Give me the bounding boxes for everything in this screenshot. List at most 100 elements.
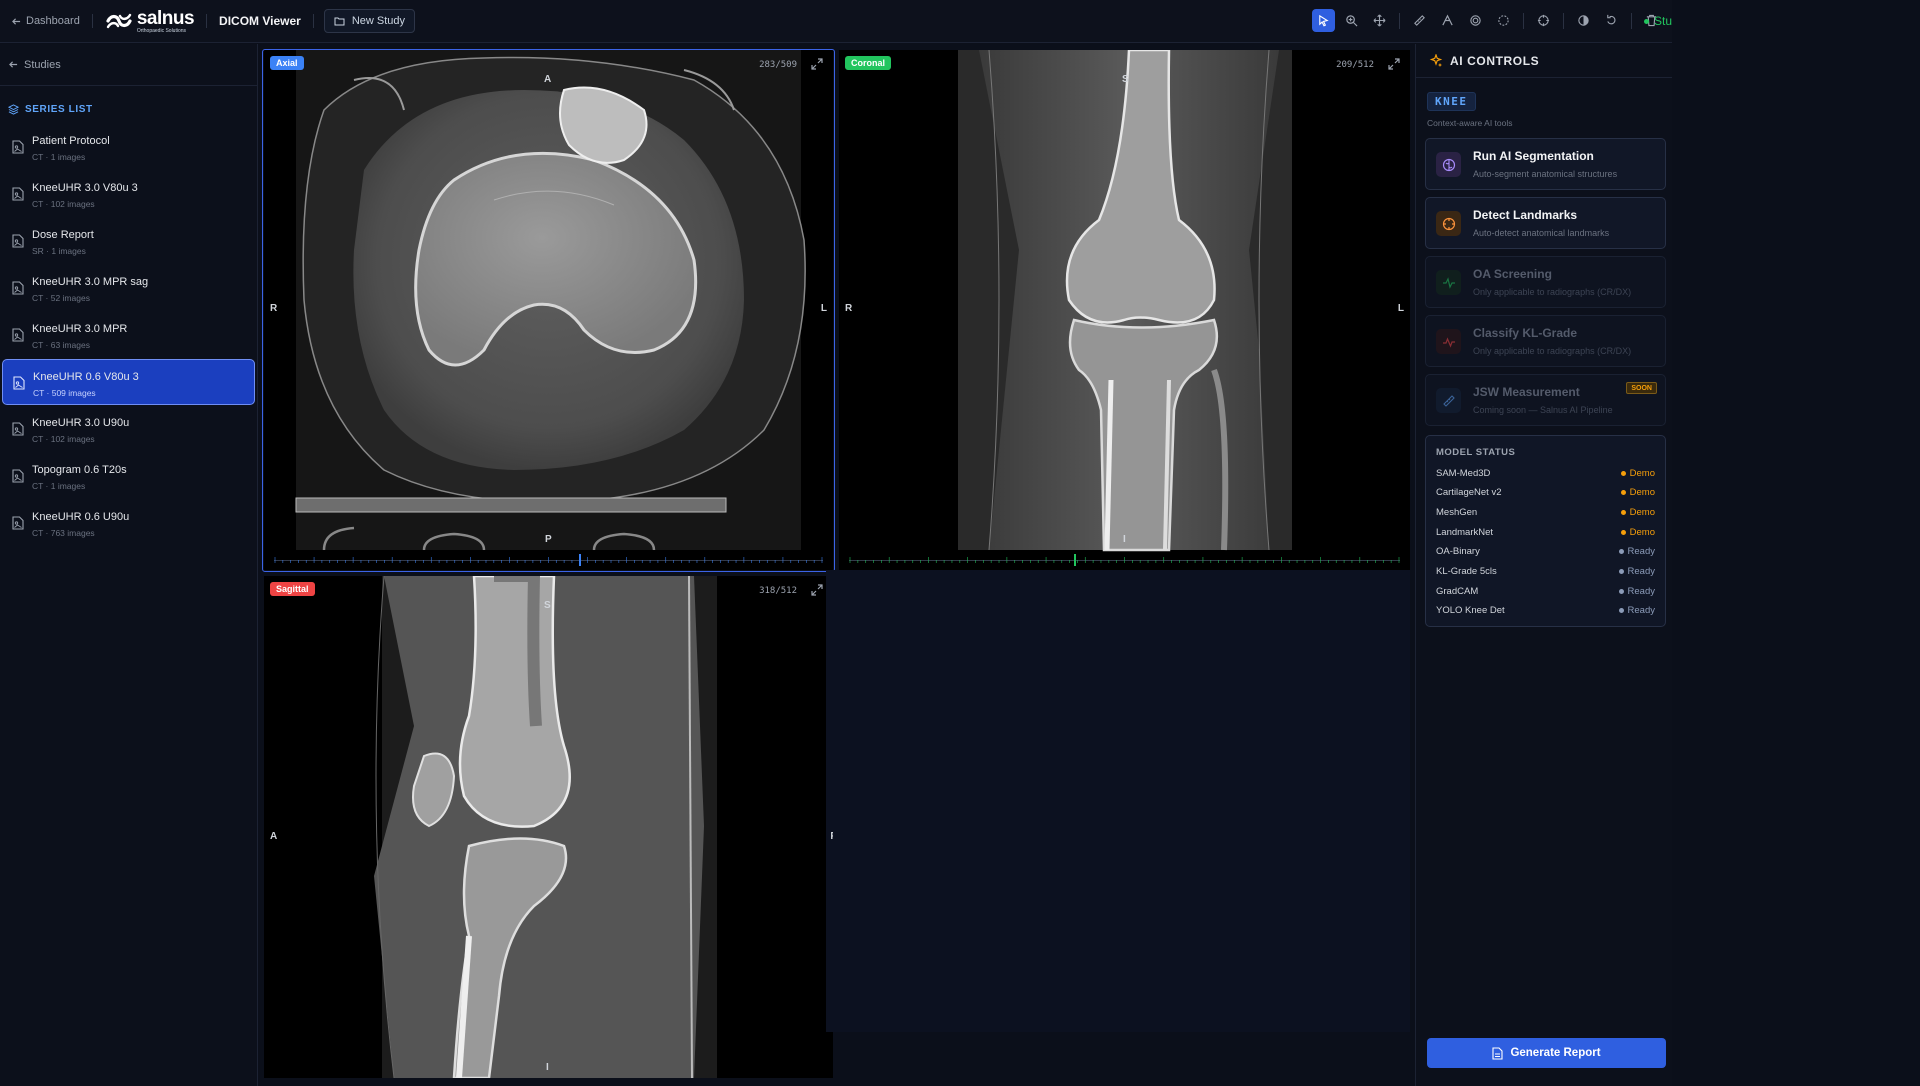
axial-orient-top: A — [544, 74, 552, 85]
ai-controls-panel: AI CONTROLS KNEE Context-aware AI tools … — [1415, 44, 1672, 1086]
toolbar-divider — [1523, 12, 1524, 29]
series-meta: CT · 509 images — [33, 388, 96, 398]
ruler-icon — [1442, 394, 1455, 407]
axial-slice-slider[interactable] — [274, 551, 823, 569]
brand-subtitle: Orthopaedic Solutions — [136, 27, 187, 34]
layers-icon — [8, 103, 19, 115]
generate-report-label: Generate Report — [1510, 1047, 1601, 1059]
empty-viewport[interactable] — [826, 570, 1410, 1032]
zoom-icon — [1346, 15, 1358, 27]
series-name: KneeUHR 3.0 V80u 3 — [32, 182, 138, 194]
crosshair-tool-button[interactable] — [1532, 9, 1555, 32]
series-list: Patient Protocol CT · 1 images KneeUHR 3.0… — [0, 124, 257, 546]
divider — [312, 14, 314, 28]
target-icon — [1442, 217, 1455, 230]
reset-icon — [1607, 14, 1616, 25]
model-name: KL-Grade 5cls — [1436, 566, 1497, 577]
brain-icon — [1442, 158, 1455, 171]
invert-icon — [1578, 15, 1589, 26]
status-dot-icon — [1618, 588, 1624, 594]
series-item[interactable]: KneeUHR 3.0 U90u CT · 102 images — [2, 406, 255, 452]
brand-logo: salnus Orthopaedic Solutions — [105, 9, 195, 34]
ai-tool-title: Classify KL-Grade — [1473, 326, 1578, 340]
status-dot-icon — [1618, 608, 1624, 614]
axial-slice-counter: 283/509 — [759, 60, 797, 70]
ellipse-roi-tool-button[interactable] — [1464, 9, 1487, 32]
slider-thumb[interactable] — [579, 554, 582, 566]
series-item[interactable]: KneeUHR 0.6 V80u 3 CT · 509 images — [2, 359, 255, 405]
series-name: KneeUHR 3.0 U90u — [32, 417, 130, 429]
model-name: SAM-Med3D — [1436, 467, 1491, 479]
zoom-tool-button[interactable] — [1340, 9, 1363, 32]
series-sidebar: Studies SERIES LIST Patient Protocol CT ·… — [0, 44, 258, 1086]
series-item[interactable]: Patient Protocol CT · 1 images — [2, 124, 255, 170]
maximize-icon[interactable] — [811, 58, 823, 70]
series-item[interactable]: Dose Report SR · 1 images — [2, 218, 255, 264]
file-image-icon — [12, 328, 24, 342]
studies-back-button[interactable]: Studies — [0, 44, 257, 86]
ruler-tool-button[interactable] — [1408, 9, 1431, 32]
file-image-icon — [12, 234, 24, 248]
pointer-tool-button[interactable] — [1312, 9, 1335, 32]
offscreen-area — [1672, 0, 1920, 1086]
angle-tool-button[interactable] — [1436, 9, 1459, 32]
series-item[interactable]: Topogram 0.6 T20s CT · 1 images — [2, 453, 255, 499]
ai-tool-description: Coming soon — Salnus AI Pipeline — [1473, 405, 1613, 415]
file-image-icon — [12, 469, 24, 483]
axial-viewport[interactable]: Axial 283/509 A P R L — [264, 50, 833, 570]
toolbar-divider — [1563, 12, 1564, 29]
toolbar — [1312, 9, 1663, 32]
ai-tool-icon-box — [1436, 329, 1461, 354]
ai-tool-icon-box — [1436, 388, 1461, 413]
pan-tool-button[interactable] — [1368, 9, 1391, 32]
series-item[interactable]: KneeUHR 0.6 U90u CT · 763 images — [2, 500, 255, 546]
series-name: KneeUHR 0.6 U90u — [32, 511, 130, 523]
sagittal-orient-top: S — [544, 600, 551, 611]
coronal-viewport[interactable]: Coronal 209/512 S I R L — [839, 50, 1410, 570]
new-study-button[interactable]: New Study — [323, 9, 416, 33]
angle-icon — [1442, 14, 1453, 26]
model-status-value: Demo — [1629, 487, 1655, 499]
invert-button[interactable] — [1572, 9, 1595, 32]
maximize-icon[interactable] — [811, 584, 823, 596]
series-name: KneeUHR 3.0 MPR — [32, 323, 128, 335]
freehand-roi-tool-button[interactable] — [1492, 9, 1515, 32]
coronal-badge: Coronal — [845, 56, 892, 70]
model-status-value: Demo — [1629, 467, 1655, 479]
ai-tool-title: JSW Measurement — [1473, 385, 1580, 399]
coronal-ct-image — [958, 50, 1292, 552]
study-status-indicator: Stu — [1644, 14, 1672, 28]
series-item[interactable]: KneeUHR 3.0 MPR CT · 63 images — [2, 312, 255, 358]
model-status-row: LandmarkNet Demo — [1436, 525, 1655, 539]
model-status-row: YOLO Knee Det Ready — [1436, 604, 1655, 618]
slider-thumb[interactable] — [1073, 554, 1076, 566]
axial-orient-left: R — [270, 303, 278, 314]
sagittal-orient-bottom: I — [546, 1062, 549, 1073]
crosshair-icon — [1537, 14, 1550, 27]
axial-orient-right: L — [820, 303, 827, 314]
ai-tool-card[interactable]: Detect Landmarks Auto-detect anatomical l… — [1425, 197, 1666, 249]
axial-badge: Axial — [270, 56, 304, 70]
coronal-slice-slider[interactable] — [849, 551, 1400, 569]
file-image-icon — [12, 422, 24, 436]
model-name: MeshGen — [1436, 506, 1478, 518]
ai-tool-description: Auto-segment anatomical structures — [1473, 169, 1618, 179]
series-item[interactable]: KneeUHR 3.0 V80u 3 CT · 102 images — [2, 171, 255, 217]
file-image-icon — [13, 376, 25, 390]
series-name: KneeUHR 3.0 MPR sag — [32, 276, 149, 288]
dashboard-label: Dashboard — [26, 15, 80, 27]
sagittal-viewport[interactable]: Sagittal 318/512 S I A P — [264, 576, 833, 1078]
status-dot-icon — [1644, 18, 1649, 24]
ai-tool-card[interactable]: Run AI Segmentation Auto-segment anatomic… — [1425, 138, 1666, 190]
model-name: YOLO Knee Det — [1436, 605, 1505, 617]
generate-report-button[interactable]: Generate Report — [1427, 1038, 1666, 1068]
dashboard-back-button[interactable]: Dashboard — [12, 15, 80, 27]
reset-button[interactable] — [1600, 9, 1623, 32]
model-status-row: SAM-Med3D Demo — [1436, 466, 1655, 480]
model-status-row: GradCAM Ready — [1436, 584, 1655, 598]
model-status-value: Ready — [1627, 605, 1655, 617]
toolbar-divider — [1399, 12, 1400, 29]
studies-label: Studies — [24, 58, 61, 71]
series-item[interactable]: KneeUHR 3.0 MPR sag CT · 52 images — [2, 265, 255, 311]
maximize-icon[interactable] — [1388, 58, 1400, 70]
